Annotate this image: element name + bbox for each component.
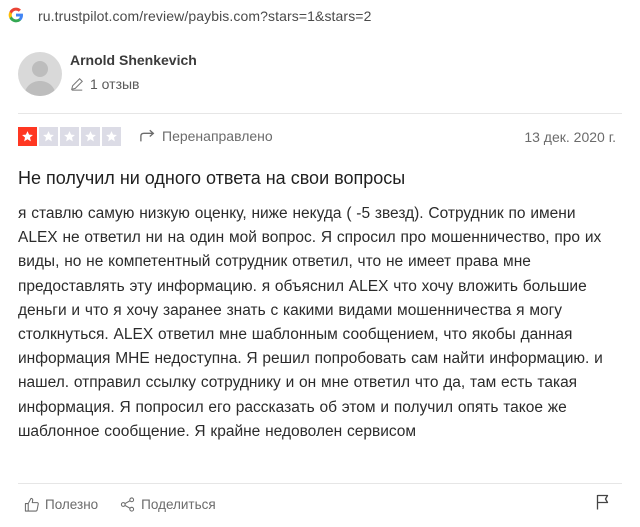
avatar[interactable] — [18, 52, 62, 96]
review-text: я ставлю самую низкую оценку, ниже некуд… — [18, 205, 603, 440]
useful-label: Полезно — [45, 497, 99, 512]
review-page: ru.trustpilot.com/review/paybis.com?star… — [0, 0, 640, 527]
divider — [18, 483, 622, 484]
star-empty-icon — [60, 127, 79, 146]
reviews-count-label: 1 отзыв — [90, 76, 140, 92]
useful-button[interactable]: Полезно — [24, 497, 98, 512]
thumbs-up-icon — [24, 497, 39, 512]
star-empty-icon — [102, 127, 121, 146]
divider — [18, 113, 622, 114]
review-title[interactable]: Не получил ни одного ответа на свои вопр… — [18, 168, 405, 189]
reviewer-name[interactable]: Arnold Shenkevich — [70, 52, 197, 68]
flag-icon[interactable] — [596, 494, 610, 510]
star-rating — [18, 127, 121, 146]
pencil-icon — [71, 78, 83, 91]
url-text[interactable]: ru.trustpilot.com/review/paybis.com?star… — [38, 8, 371, 24]
avatar-placeholder-icon — [24, 61, 56, 96]
url-bar: ru.trustpilot.com/review/paybis.com?star… — [0, 0, 640, 32]
review-date: 13 дек. 2020 г. — [524, 129, 616, 145]
redirect-label: Перенаправлено — [162, 128, 273, 144]
star-empty-icon — [81, 127, 100, 146]
share-label: Поделиться — [141, 497, 216, 512]
share-icon — [121, 497, 135, 512]
redirect-status: Перенаправлено — [140, 128, 273, 144]
google-g-icon — [8, 7, 23, 23]
review-actions: Полезно Поделиться — [24, 497, 216, 512]
reviews-count: 1 отзыв — [70, 76, 140, 92]
share-button[interactable]: Поделиться — [120, 497, 216, 512]
star-empty-icon — [39, 127, 58, 146]
star-filled-icon — [18, 127, 37, 146]
redirect-arrow-icon — [140, 129, 155, 142]
